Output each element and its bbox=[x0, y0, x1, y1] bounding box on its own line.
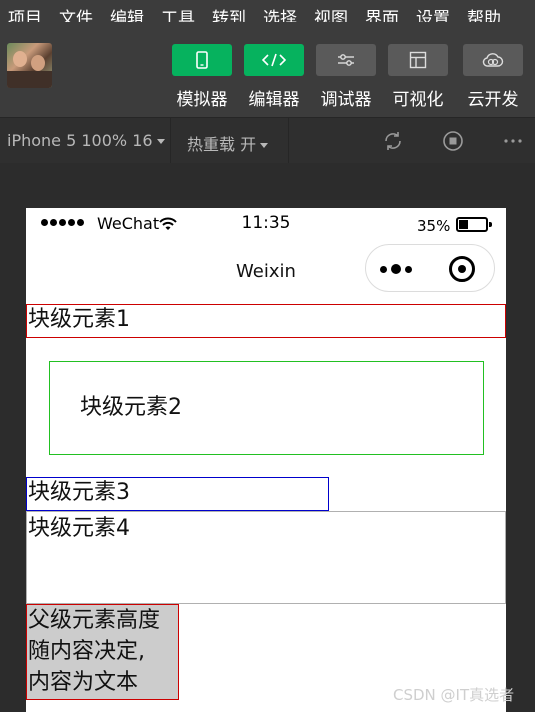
menu-item-select[interactable]: 选择 bbox=[263, 11, 297, 23]
menu-item-edit[interactable]: 编辑 bbox=[110, 11, 144, 23]
divider bbox=[288, 118, 289, 164]
menu-item-settings[interactable]: 设置 bbox=[416, 11, 450, 23]
menu-item-file[interactable]: 文件 bbox=[59, 11, 93, 23]
simulator-label: 模拟器 bbox=[176, 90, 228, 110]
status-bar: WeChat 11:35 35% bbox=[26, 208, 506, 238]
debugger-button[interactable] bbox=[316, 44, 376, 76]
cloud-label: 云开发 bbox=[467, 90, 519, 110]
menu-capsule bbox=[365, 244, 495, 292]
simulator-toolbar: iPhone 5 100% 16 热重载 开 bbox=[0, 117, 535, 164]
menu-item-goto[interactable]: 转到 bbox=[212, 11, 246, 23]
hot-reload-toggle[interactable]: 热重载 开 bbox=[187, 131, 269, 155]
sliders-icon bbox=[338, 54, 354, 66]
chevron-down-icon bbox=[156, 139, 165, 144]
divider bbox=[170, 118, 171, 164]
block-element-4: 块级元素4 bbox=[26, 511, 506, 604]
block-element-1: 块级元素1 bbox=[26, 304, 506, 338]
battery-icon bbox=[456, 217, 492, 232]
more-icon[interactable] bbox=[380, 264, 412, 274]
visualize-label: 可视化 bbox=[392, 90, 444, 110]
menu-item-help[interactable]: 帮助 bbox=[467, 11, 501, 23]
phone-screen: WeChat 11:35 35% Weixin 块级元素1 块级元素2 块级元素… bbox=[26, 208, 506, 712]
simulator-button[interactable] bbox=[172, 44, 232, 76]
battery-percent: 35% bbox=[417, 217, 451, 235]
watermark: CSDN @IT真选者 bbox=[393, 686, 515, 704]
chevron-down-icon bbox=[260, 143, 269, 148]
text-line: 父级元素高度 bbox=[28, 608, 161, 633]
menu-item-view[interactable]: 视图 bbox=[314, 11, 348, 23]
menu-item-tools[interactable]: 工具 bbox=[161, 11, 195, 23]
refresh-icon[interactable] bbox=[382, 130, 404, 152]
close-mini-program-icon[interactable] bbox=[449, 256, 475, 282]
text-line: 随内容决定, bbox=[28, 639, 145, 664]
cloud-icon bbox=[482, 53, 504, 67]
phone-icon bbox=[196, 51, 208, 69]
more-icon[interactable] bbox=[502, 130, 524, 152]
device-label: iPhone 5 100% 16 bbox=[7, 131, 153, 150]
devtools-window: 项目 文件 编辑 工具 转到 选择 视图 界面 设置 帮助 模拟器 编辑器 调试… bbox=[0, 0, 535, 712]
menu-item-interface[interactable]: 界面 bbox=[365, 11, 399, 23]
menu-item-project[interactable]: 项目 bbox=[8, 11, 42, 23]
editor-button[interactable] bbox=[244, 44, 304, 76]
block-element-2: 块级元素2 bbox=[49, 361, 484, 455]
text-line: 内容为文本 bbox=[28, 670, 139, 695]
visualize-button[interactable] bbox=[388, 44, 448, 76]
toolbar: 模拟器 编辑器 调试器 可视化 云开发 bbox=[0, 22, 535, 117]
editor-label: 编辑器 bbox=[248, 90, 300, 110]
hot-reload-label: 热重载 开 bbox=[187, 135, 257, 154]
cloud-button[interactable] bbox=[463, 44, 523, 76]
debugger-label: 调试器 bbox=[320, 90, 372, 110]
parent-element-text-box: 父级元素高度 随内容决定, 内容为文本 bbox=[26, 604, 179, 700]
device-selector[interactable]: iPhone 5 100% 16 bbox=[7, 131, 165, 150]
stop-icon[interactable] bbox=[442, 130, 464, 152]
avatar[interactable] bbox=[7, 43, 52, 88]
layout-icon bbox=[409, 51, 427, 69]
block-element-3: 块级元素3 bbox=[26, 477, 329, 511]
code-icon bbox=[261, 53, 287, 67]
menu-bar: 项目 文件 编辑 工具 转到 选择 视图 界面 设置 帮助 bbox=[0, 0, 535, 22]
